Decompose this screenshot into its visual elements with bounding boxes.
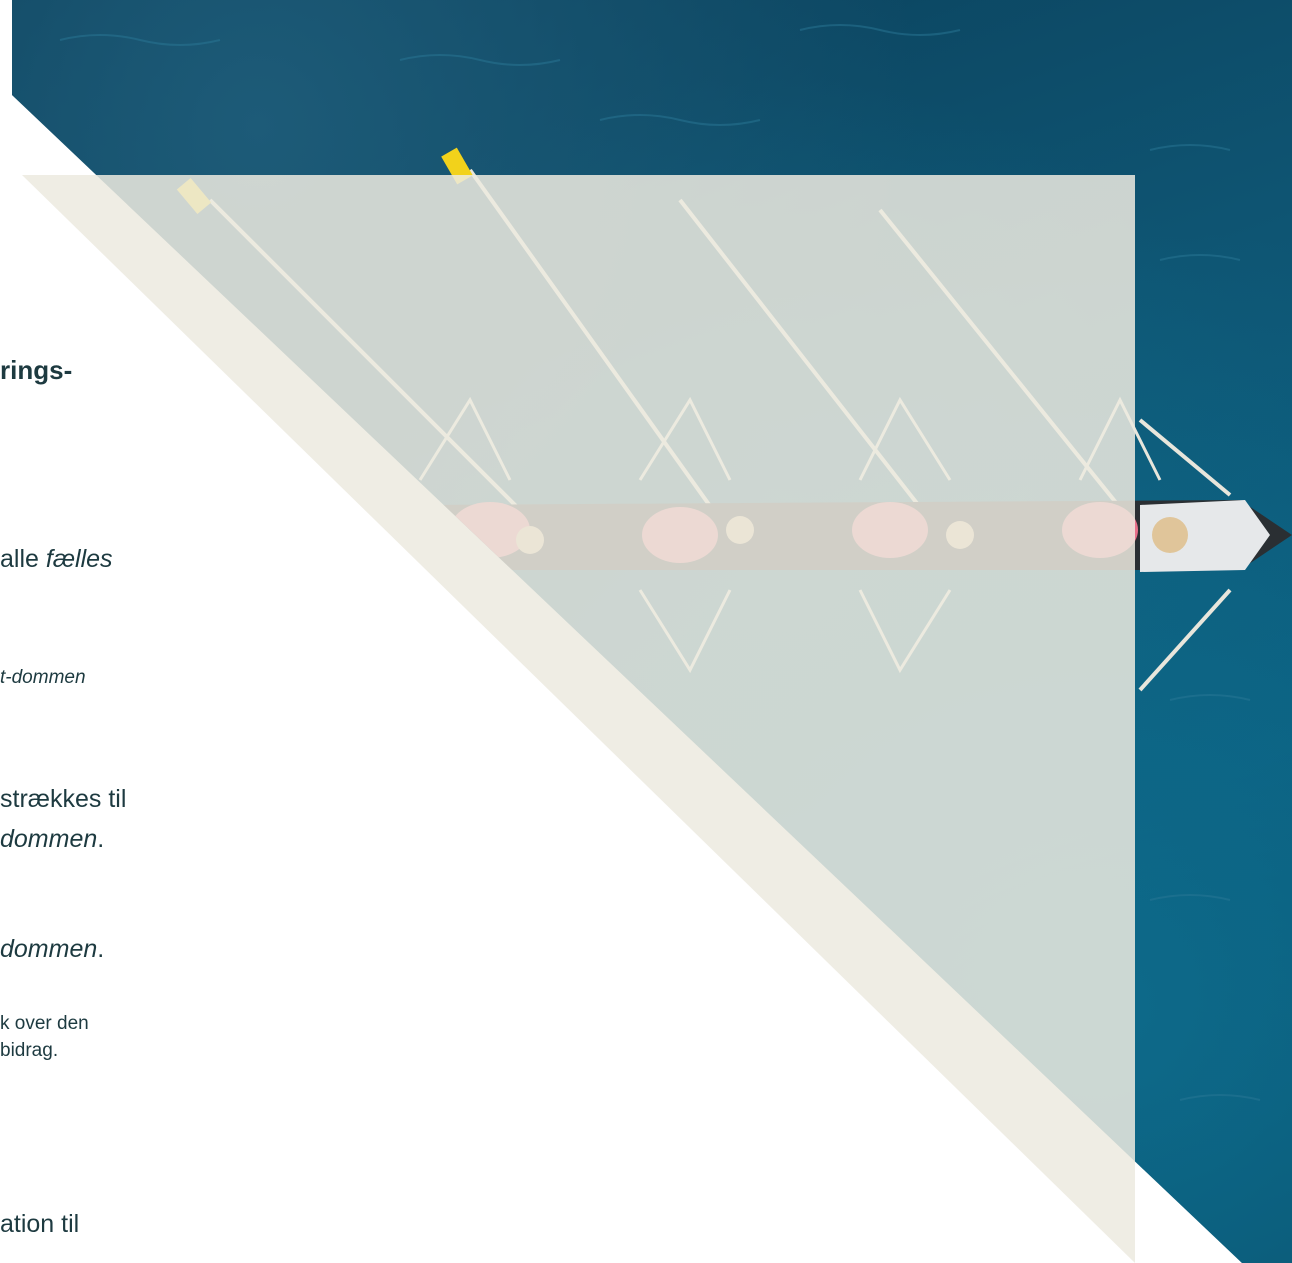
text-line-5-italic: dommen	[0, 935, 98, 963]
text-line-7: bidrag.	[0, 1040, 59, 1061]
text-line-5: dommen.	[0, 935, 104, 964]
text-line-2: t-dommen	[0, 667, 86, 688]
heading-fragment: rings-	[0, 355, 73, 385]
text-line-6: k over den	[0, 1013, 89, 1034]
text-line-5-suffix: .	[97, 935, 105, 963]
text-line-4-italic: dommen	[0, 825, 98, 853]
text-line-1-italic: fælles	[45, 545, 113, 573]
text-line-8: ation til	[0, 1210, 80, 1238]
text-line-4: dommen.	[0, 825, 104, 854]
text-line-1-prefix: alle	[0, 545, 46, 573]
text-line-1: alle fælles	[0, 545, 113, 574]
text-line-4-suffix: .	[97, 825, 105, 853]
text-line-3: strækkes til	[0, 785, 127, 813]
